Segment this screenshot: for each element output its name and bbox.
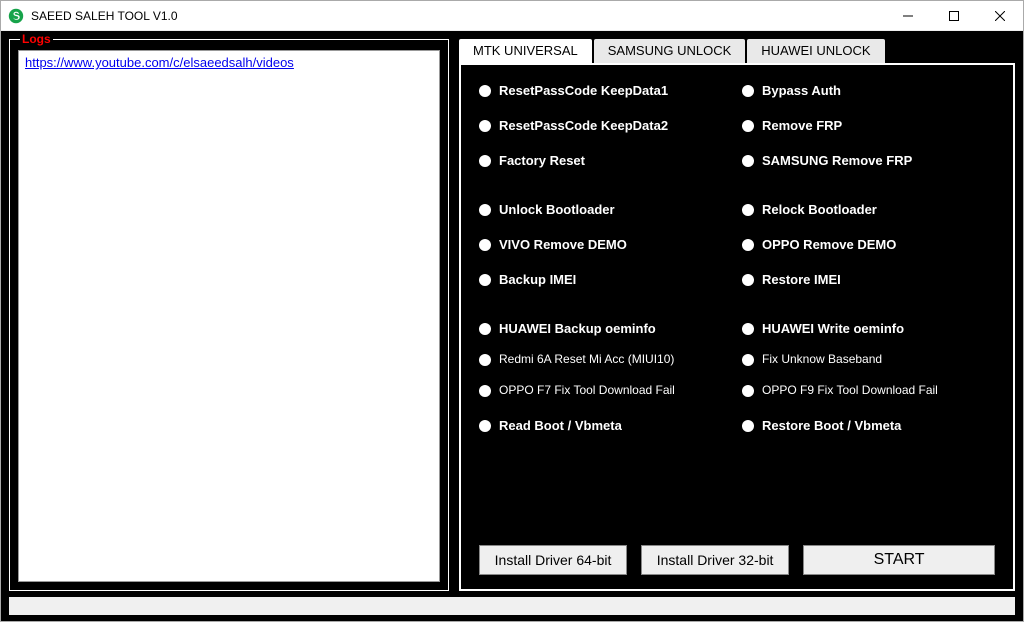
option-label: SAMSUNG Remove FRP [762,153,912,168]
option-label: Restore IMEI [762,272,841,287]
option-label: ResetPassCode KeepData1 [499,83,668,98]
main-row: Logs https://www.youtube.com/c/elsaeedsa… [1,31,1023,591]
option-label: Relock Bootloader [762,202,877,217]
option-label: Unlock Bootloader [499,202,615,217]
option-left-6[interactable]: HUAWEI Backup oeminfo [479,321,732,336]
install-driver-64-button[interactable]: Install Driver 64-bit [479,545,627,575]
radio-icon [479,239,491,251]
start-button[interactable]: START [803,545,995,575]
option-label: OPPO F7 Fix Tool Download Fail [499,383,675,398]
tab-huawei-unlock[interactable]: HUAWEI UNLOCK [747,39,884,63]
option-label: Fix Unknow Baseband [762,352,882,367]
logs-panel: Logs https://www.youtube.com/c/elsaeedsa… [9,39,449,591]
minimize-button[interactable] [885,1,931,30]
radio-icon [479,420,491,432]
option-left-3[interactable]: Unlock Bootloader [479,202,732,217]
window-title: SAEED SALEH TOOL V1.0 [31,9,885,23]
radio-icon [479,385,491,397]
button-row: Install Driver 64-bit Install Driver 32-… [479,545,995,575]
install-driver-32-button[interactable]: Install Driver 32-bit [641,545,789,575]
option-right-6[interactable]: HUAWEI Write oeminfo [742,321,995,336]
close-button[interactable] [977,1,1023,30]
option-right-0[interactable]: Bypass Auth [742,83,995,98]
option-label: Restore Boot / Vbmeta [762,418,901,433]
radio-icon [742,155,754,167]
radio-icon [479,323,491,335]
app-icon [7,7,25,25]
option-right-3[interactable]: Relock Bootloader [742,202,995,217]
option-right-4[interactable]: OPPO Remove DEMO [742,237,995,252]
option-label: Redmi 6A Reset Mi Acc (MIUI10) [499,352,674,367]
option-label: HUAWEI Write oeminfo [762,321,904,336]
app-window: SAEED SALEH TOOL V1.0 Logs https://www.y… [0,0,1024,622]
client-area: Logs https://www.youtube.com/c/elsaeedsa… [1,31,1023,621]
logs-label: Logs [20,32,53,46]
option-left-9[interactable]: Read Boot / Vbmeta [479,418,732,433]
option-label: OPPO Remove DEMO [762,237,896,252]
radio-icon [742,274,754,286]
radio-icon [479,120,491,132]
radio-icon [479,204,491,216]
radio-icon [479,354,491,366]
option-left-2[interactable]: Factory Reset [479,153,732,168]
tab-mtk-universal[interactable]: MTK UNIVERSAL [459,39,592,63]
radio-icon [742,239,754,251]
radio-icon [742,323,754,335]
option-label: Backup IMEI [499,272,576,287]
radio-icon [479,85,491,97]
option-left-5[interactable]: Backup IMEI [479,272,732,287]
option-label: Factory Reset [499,153,585,168]
option-label: Read Boot / Vbmeta [499,418,622,433]
radio-icon [742,120,754,132]
status-bar [9,597,1015,615]
option-label: VIVO Remove DEMO [499,237,627,252]
option-left-0[interactable]: ResetPassCode KeepData1 [479,83,732,98]
tab-samsung-unlock[interactable]: SAMSUNG UNLOCK [594,39,746,63]
radio-icon [742,85,754,97]
radio-icon [742,420,754,432]
options-grid: ResetPassCode KeepData1 Bypass Auth ResetP… [479,83,995,535]
option-label: OPPO F9 Fix Tool Download Fail [762,383,938,398]
option-left-1[interactable]: ResetPassCode KeepData2 [479,118,732,133]
option-label: Bypass Auth [762,83,841,98]
option-left-8[interactable]: OPPO F7 Fix Tool Download Fail [479,383,732,398]
option-right-8[interactable]: OPPO F9 Fix Tool Download Fail [742,383,995,398]
tabs-strip: MTK UNIVERSALSAMSUNG UNLOCKHUAWEI UNLOCK [459,39,1015,63]
maximize-button[interactable] [931,1,977,30]
tab-body: ResetPassCode KeepData1 Bypass Auth ResetP… [459,63,1015,591]
logs-link[interactable]: https://www.youtube.com/c/elsaeedsalh/vi… [25,55,294,70]
radio-icon [742,204,754,216]
option-label: ResetPassCode KeepData2 [499,118,668,133]
option-right-5[interactable]: Restore IMEI [742,272,995,287]
option-right-7[interactable]: Fix Unknow Baseband [742,352,995,367]
option-label: Remove FRP [762,118,842,133]
window-controls [885,1,1023,30]
radio-icon [479,155,491,167]
option-left-4[interactable]: VIVO Remove DEMO [479,237,732,252]
option-right-2[interactable]: SAMSUNG Remove FRP [742,153,995,168]
titlebar: SAEED SALEH TOOL V1.0 [1,1,1023,31]
option-left-7[interactable]: Redmi 6A Reset Mi Acc (MIUI10) [479,352,732,367]
radio-icon [742,354,754,366]
logs-textbox[interactable]: https://www.youtube.com/c/elsaeedsalh/vi… [18,50,440,582]
right-panel: MTK UNIVERSALSAMSUNG UNLOCKHUAWEI UNLOCK… [459,39,1015,591]
radio-icon [742,385,754,397]
option-right-9[interactable]: Restore Boot / Vbmeta [742,418,995,433]
option-label: HUAWEI Backup oeminfo [499,321,656,336]
radio-icon [479,274,491,286]
option-right-1[interactable]: Remove FRP [742,118,995,133]
